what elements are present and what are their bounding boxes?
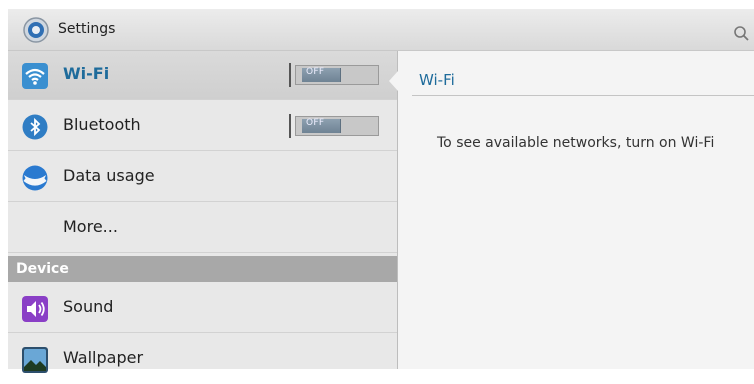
list-item-label: Wi-Fi [63, 64, 110, 83]
list-item-sound[interactable]: Sound [8, 284, 397, 333]
section-header-label: Device [16, 261, 69, 277]
toggle-state: OFF [306, 67, 325, 77]
toggle-divider [289, 114, 291, 138]
settings-gear-icon[interactable] [22, 16, 50, 44]
list-item-wallpaper[interactable]: Wallpaper [8, 335, 397, 384]
toggle-divider [289, 63, 291, 87]
data-usage-icon [22, 165, 48, 191]
app-title: Settings [58, 21, 116, 37]
bluetooth-toggle[interactable]: OFF [289, 114, 379, 138]
bluetooth-icon [22, 114, 48, 140]
list-item-label: More... [63, 217, 118, 236]
list-item-more[interactable]: More... [8, 204, 397, 253]
detail-pane: Wi-Fi To see available networks, turn on… [389, 51, 754, 369]
toggle-state: OFF [306, 118, 325, 128]
wifi-off-message: To see available networks, turn on Wi-Fi [437, 135, 715, 151]
wallpaper-icon [22, 347, 48, 373]
list-item-label: Data usage [63, 166, 155, 185]
list-item-label: Sound [63, 297, 114, 316]
list-item-bluetooth[interactable]: Bluetooth OFF [8, 102, 397, 151]
sound-icon [22, 296, 48, 322]
detail-title: Wi-Fi [419, 71, 455, 89]
settings-list: Wi-Fi OFF Bluetooth OFF Data usage More.… [8, 51, 398, 373]
search-icon[interactable] [732, 23, 752, 43]
action-bar: Settings [8, 9, 754, 51]
list-item-label: Bluetooth [63, 115, 141, 134]
wifi-toggle[interactable]: OFF [289, 63, 379, 87]
section-header-device: Device [8, 256, 397, 282]
title-divider [412, 95, 754, 96]
list-item-label: Wallpaper [63, 348, 144, 367]
list-item-data-usage[interactable]: Data usage [8, 153, 397, 202]
list-item-wifi[interactable]: Wi-Fi OFF [8, 51, 397, 100]
wifi-icon [22, 63, 48, 89]
selection-pointer [389, 71, 398, 91]
